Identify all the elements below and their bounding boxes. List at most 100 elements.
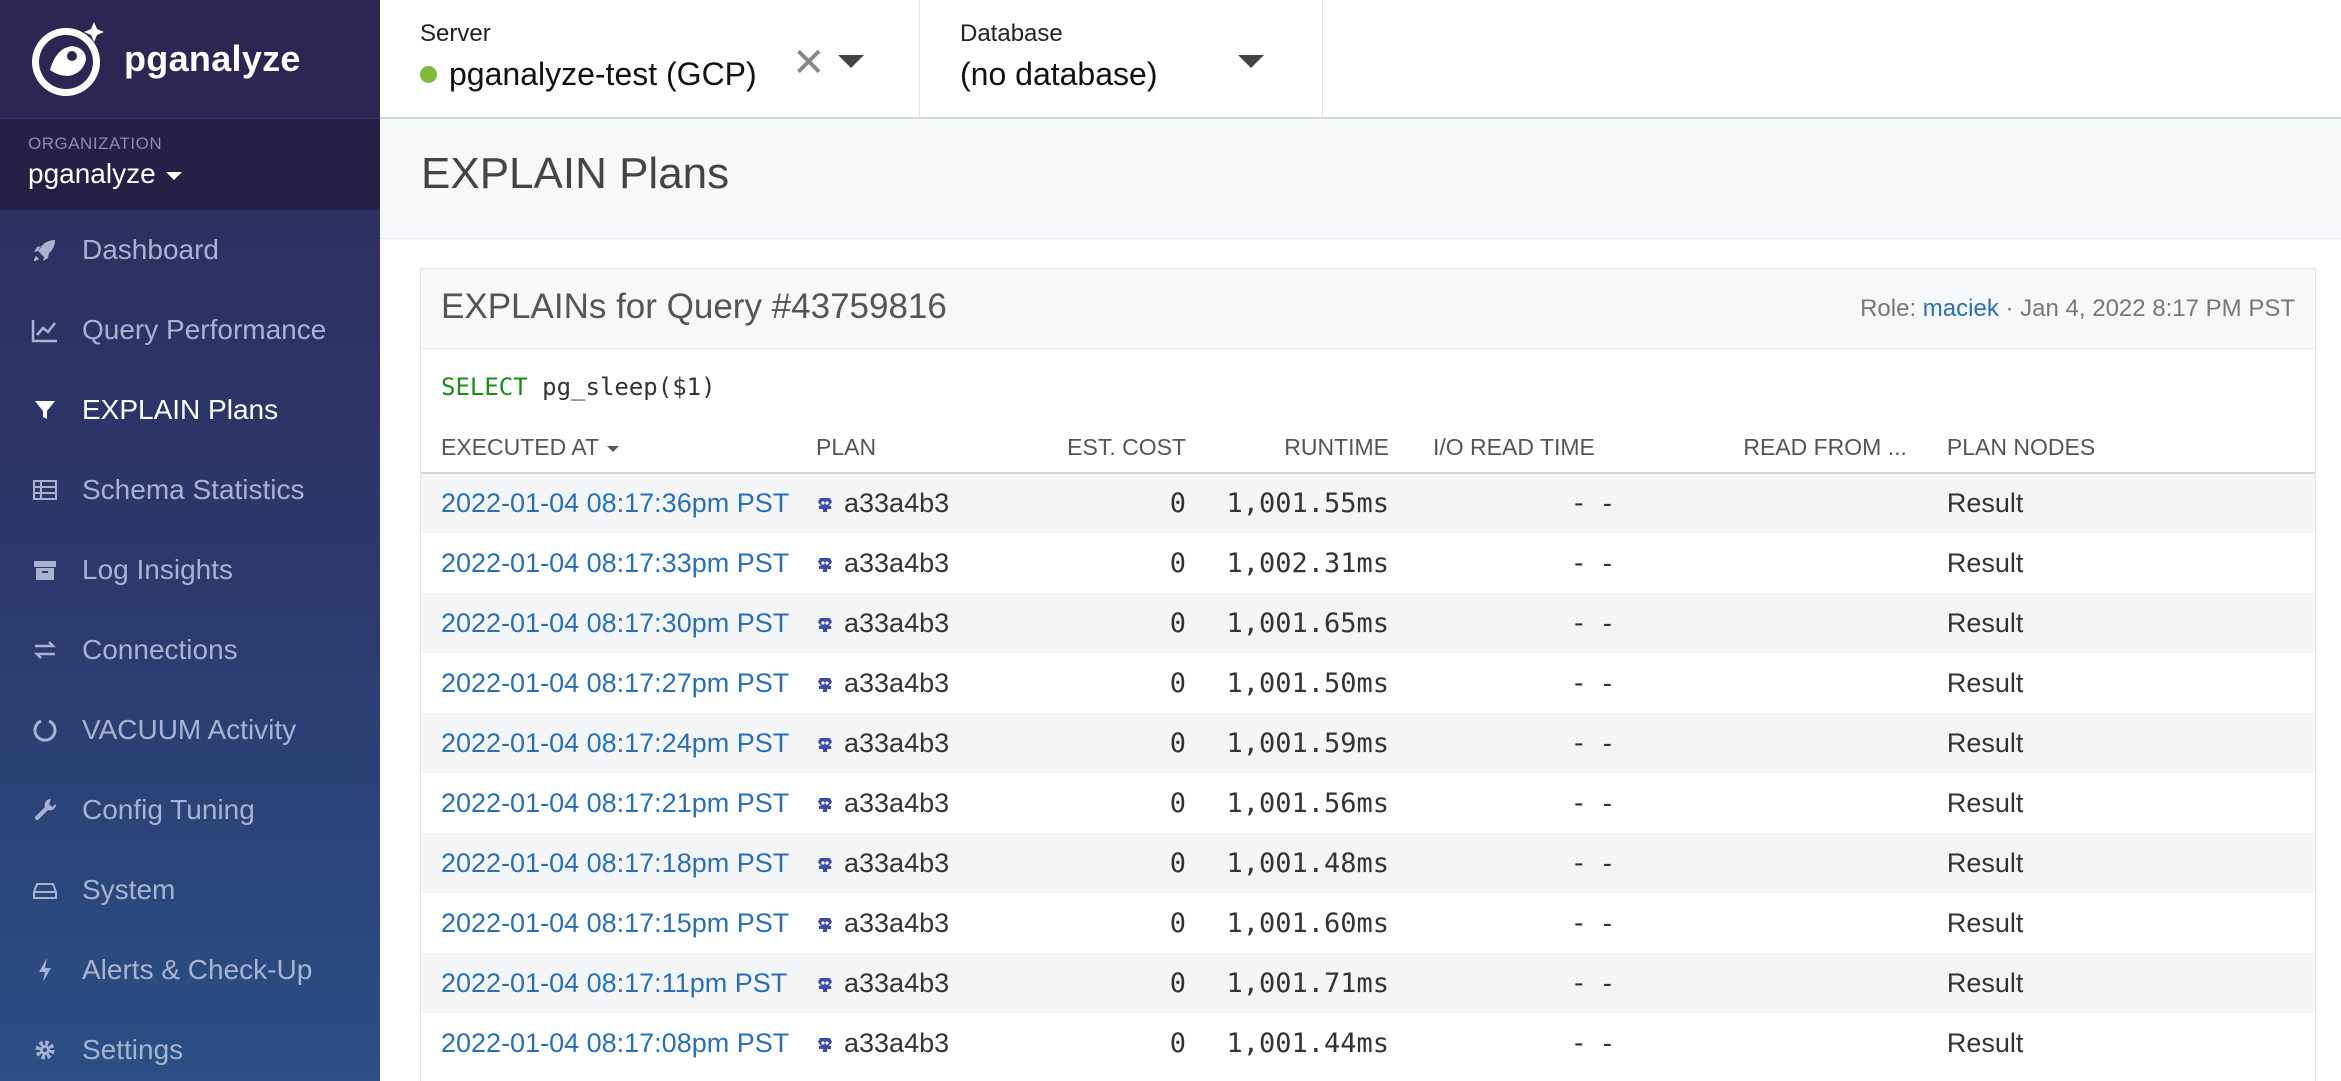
sidebar-item-label: System — [82, 874, 176, 905]
executed-at-link[interactable]: 2022-01-04 08:17:27pm PST — [441, 668, 789, 698]
runtime-cell: 1,001.60ms — [1226, 907, 1389, 939]
meta-separator: · — [2005, 295, 2014, 322]
plan-cell[interactable]: a33a4b3 — [796, 473, 1046, 533]
column-runtime[interactable]: RUNTIME — [1198, 423, 1401, 474]
rocket-icon — [30, 235, 60, 265]
est-cost-cell: 0 — [1169, 488, 1186, 519]
table-row[interactable]: 2022-01-04 08:17:15pm PST a33a4b3 0 1,001.6… — [421, 893, 2315, 953]
executed-at-link[interactable]: 2022-01-04 08:17:18pm PST — [441, 848, 789, 878]
runtime-cell: 1,001.65ms — [1226, 607, 1389, 639]
plan-fingerprint: a33a4b3 — [844, 607, 950, 638]
table-icon — [30, 475, 60, 505]
panel-header: EXPLAINs for Query #43759816 Role: macie… — [421, 269, 2315, 349]
read-from-cell: - — [1602, 967, 1612, 998]
plan-nodes-cell: Result — [1946, 547, 2024, 578]
read-from-cell: - — [1602, 787, 1612, 818]
io-read-time-cell: - — [1570, 727, 1587, 759]
est-cost-cell: 0 — [1169, 847, 1186, 879]
sidebar-item-dashboard[interactable]: Dashboard — [0, 210, 380, 290]
plan-cell[interactable]: a33a4b3 — [796, 833, 1046, 893]
table-row[interactable]: 2022-01-04 08:17:30pm PST a33a4b3 0 1,001.6… — [421, 593, 2315, 653]
executed-at-link[interactable]: 2022-01-04 08:17:08pm PST — [441, 1028, 789, 1058]
sidebar-item-log-insights[interactable]: Log Insights — [0, 530, 380, 610]
database-selector[interactable]: Database (no database) — [920, 0, 1323, 117]
plan-fingerprint: a33a4b3 — [844, 907, 950, 938]
plan-fingerprint: a33a4b3 — [844, 1027, 950, 1058]
sidebar-item-config-tuning[interactable]: Config Tuning — [0, 770, 380, 850]
column-plan-nodes[interactable]: PLAN NODES — [1926, 423, 2315, 474]
table-row[interactable]: 2022-01-04 08:17:36pm PST a33a4b3 0 1,001.5… — [421, 473, 2315, 533]
brand[interactable]: pganalyze — [0, 0, 380, 118]
sidebar-item-label: Settings — [82, 1034, 184, 1065]
plan-cell[interactable]: a33a4b3 — [796, 653, 1046, 713]
column-read-from[interactable]: READ FROM ... — [1594, 423, 1927, 474]
executed-at-link[interactable]: 2022-01-04 08:17:33pm PST — [441, 548, 789, 578]
sql-text: pg_sleep($1) — [527, 373, 716, 401]
plan-cell[interactable]: a33a4b3 — [796, 533, 1046, 593]
runtime-cell: 1,002.31ms — [1226, 547, 1389, 579]
table-row[interactable]: 2022-01-04 08:17:08pm PST a33a4b3 0 1,001.4… — [421, 1013, 2315, 1073]
sidebar-item-label: VACUUM Activity — [82, 714, 297, 745]
plan-cell[interactable]: a33a4b3 — [796, 593, 1046, 653]
plan-cell[interactable]: a33a4b3 — [796, 893, 1046, 953]
column-io-read-time[interactable]: I/O READ TIME — [1401, 423, 1595, 474]
exchange-icon — [30, 635, 60, 665]
chevron-down-icon[interactable] — [1238, 55, 1264, 68]
read-from-cell: - — [1602, 667, 1612, 698]
plan-nodes-cell: Result — [1946, 967, 2024, 998]
sidebar-item-vacuum-activity[interactable]: VACUUM Activity — [0, 690, 380, 770]
topbar: Server pganalyze-test (GCP) ✕ Database (… — [380, 0, 2341, 119]
database-label: Database — [960, 20, 1063, 47]
read-from-cell: - — [1602, 547, 1612, 578]
executed-at-link[interactable]: 2022-01-04 08:17:11pm PST — [441, 968, 787, 998]
sidebar-item-alerts-check-up[interactable]: Alerts & Check-Up — [0, 930, 380, 1010]
database-value: (no database) — [960, 56, 1158, 92]
column-est-cost[interactable]: EST. COST — [1046, 423, 1198, 474]
column-plan[interactable]: PLAN — [796, 423, 1046, 474]
archive-icon — [30, 555, 60, 585]
role-link[interactable]: maciek — [1923, 295, 1999, 322]
table-row[interactable]: 2022-01-04 08:17:18pm PST a33a4b3 0 1,001.4… — [421, 833, 2315, 893]
executed-at-link[interactable]: 2022-01-04 08:17:15pm PST — [441, 908, 789, 938]
io-read-time-cell: - — [1570, 547, 1587, 579]
table-row[interactable]: 2022-01-04 08:17:24pm PST a33a4b3 0 1,001.5… — [421, 713, 2315, 773]
io-read-time-cell: - — [1570, 667, 1587, 699]
executed-at-link[interactable]: 2022-01-04 08:17:36pm PST — [441, 488, 789, 518]
plan-nodes-cell: Result — [1946, 607, 2024, 638]
sidebar-item-schema-statistics[interactable]: Schema Statistics — [0, 450, 380, 530]
executed-at-link[interactable]: 2022-01-04 08:17:30pm PST — [441, 608, 789, 638]
table-body: 2022-01-04 08:17:36pm PST a33a4b3 0 1,001.5… — [421, 473, 2315, 1073]
runtime-cell: 1,001.44ms — [1226, 1027, 1389, 1059]
clear-icon[interactable]: ✕ — [792, 40, 826, 86]
table-row[interactable]: 2022-01-04 08:17:11pm PST a33a4b3 0 1,001.7… — [421, 953, 2315, 1013]
plan-cell[interactable]: a33a4b3 — [796, 953, 1046, 1013]
runtime-cell: 1,001.55ms — [1226, 488, 1389, 519]
plan-cell[interactable]: a33a4b3 — [796, 773, 1046, 833]
sidebar-item-explain-plans[interactable]: EXPLAIN Plans — [0, 370, 380, 450]
table-row[interactable]: 2022-01-04 08:17:33pm PST a33a4b3 0 1,002.3… — [421, 533, 2315, 593]
plan-cell[interactable]: a33a4b3 — [796, 713, 1046, 773]
plan-nodes-cell: Result — [1946, 907, 2024, 938]
column-executed-at[interactable]: EXECUTED AT — [421, 423, 796, 474]
sidebar-item-connections[interactable]: Connections — [0, 610, 380, 690]
io-read-time-cell: - — [1570, 907, 1587, 939]
executed-at-cell: 2022-01-04 08:17:18pm PST — [421, 833, 796, 893]
sidebar-item-query-performance[interactable]: Query Performance — [0, 290, 380, 370]
plan-cell[interactable]: a33a4b3 — [796, 1013, 1046, 1073]
caret-down-icon — [165, 172, 182, 180]
table-row[interactable]: 2022-01-04 08:17:27pm PST a33a4b3 0 1,001.5… — [421, 653, 2315, 713]
sidebar-item-settings[interactable]: Settings — [0, 1010, 380, 1081]
sidebar-item-label: Config Tuning — [82, 794, 255, 825]
executed-at-link[interactable]: 2022-01-04 08:17:21pm PST — [441, 788, 789, 818]
plan-fingerprint: a33a4b3 — [844, 547, 950, 578]
table-row[interactable]: 2022-01-04 08:17:21pm PST a33a4b3 0 1,001.5… — [421, 773, 2315, 833]
organization-switcher[interactable]: ORGANIZATION pganalyze — [0, 118, 380, 210]
organization-name[interactable]: pganalyze — [28, 158, 380, 190]
sort-down-icon — [607, 446, 620, 452]
plan-icon — [818, 857, 832, 872]
chevron-down-icon[interactable] — [838, 55, 864, 68]
executed-at-link[interactable]: 2022-01-04 08:17:24pm PST — [441, 728, 789, 758]
plan-fingerprint: a33a4b3 — [844, 847, 950, 878]
sidebar-item-system[interactable]: System — [0, 850, 380, 930]
server-selector[interactable]: Server pganalyze-test (GCP) ✕ — [380, 0, 920, 117]
